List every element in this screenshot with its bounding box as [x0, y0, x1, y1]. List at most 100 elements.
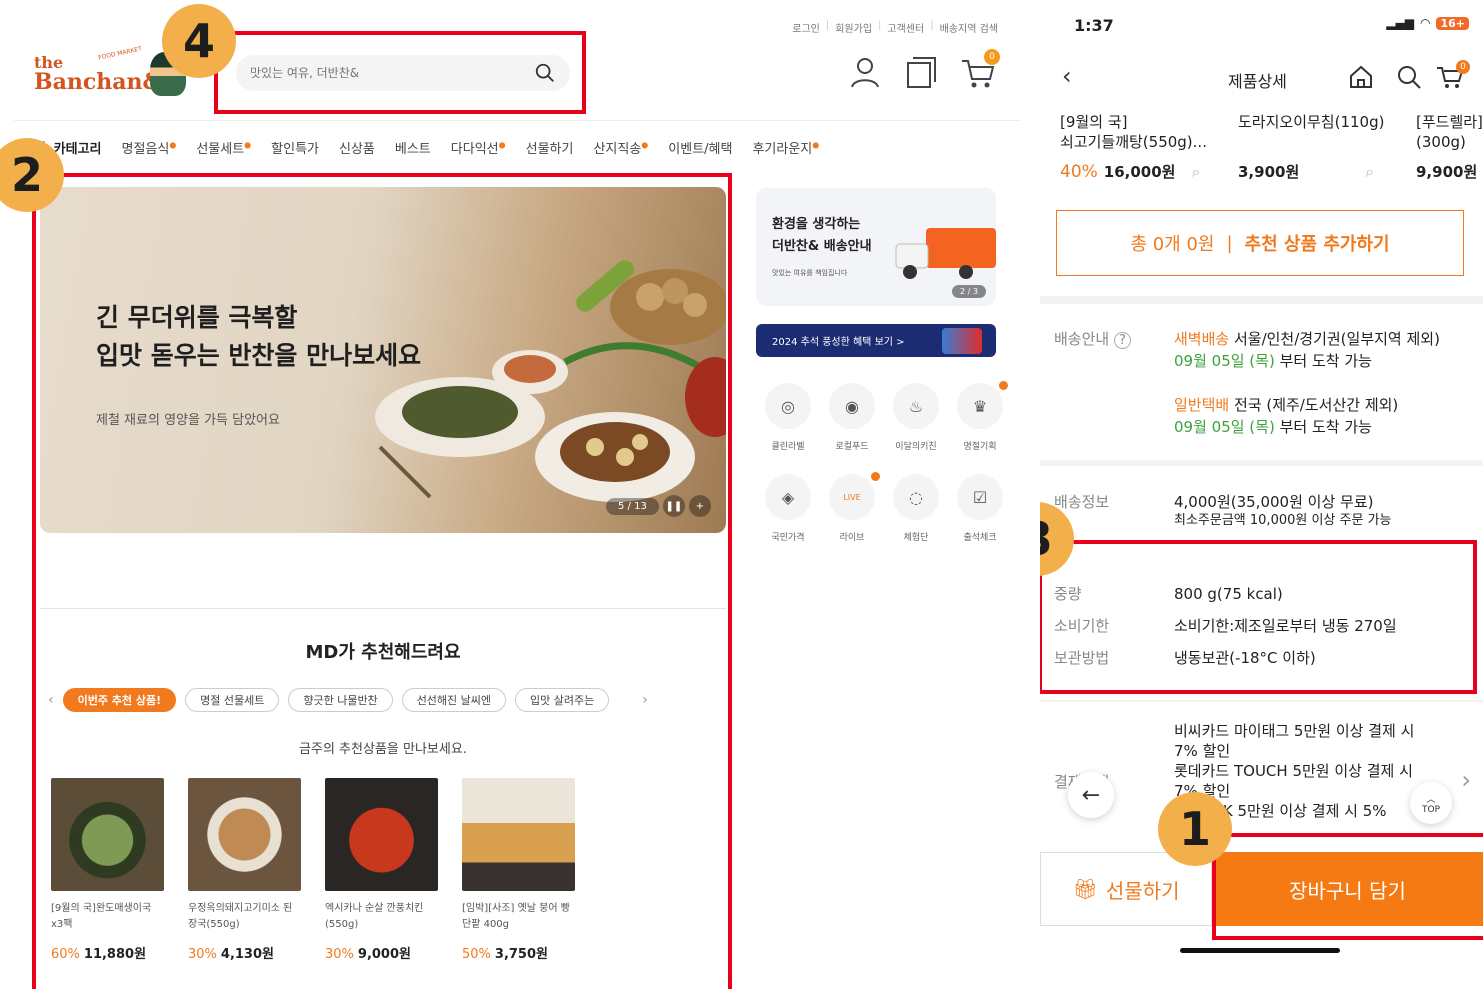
chat-icon: ◌ [893, 474, 939, 520]
hero-banner[interactable]: 긴 무더위를 극복할 입맛 돋우는 반찬을 만나보세요 제철 재료의 영양을 가득… [40, 187, 726, 533]
mobile-screen: 1:37 ▂▄▆ ◠ 16+ ‹ 제품상세 0 [9월의 국] 쇠고기들깨탕(5… [1040, 0, 1483, 989]
tab-appetite[interactable]: 입맛 살려주는 [515, 688, 610, 712]
hero-page-indicator: 5 / 13 [606, 497, 659, 515]
product-image[interactable] [51, 778, 164, 891]
login-link[interactable]: 로그인 [792, 20, 820, 35]
plus-icon[interactable]: + [688, 495, 711, 517]
chuseok-banner[interactable]: 2024 추석 풍성한 혜택 보기 > [756, 324, 996, 357]
product-card[interactable]: 우정옥의돼지고기미소 된장국(550g) 30% 4,130원 [188, 778, 301, 962]
quick-experience[interactable]: ◌ 체험단 [884, 474, 948, 543]
wifi-icon: ◠ [1419, 16, 1431, 30]
search-icon[interactable] [534, 62, 556, 84]
add-recommend-button[interactable]: 총 0개 0원 | 추천 상품 추가하기 [1056, 210, 1464, 276]
nav-item-holiday-food[interactable]: 명절음식● [122, 138, 177, 157]
quick-local-food[interactable]: ◉ 로컬푸드 [820, 383, 884, 452]
back-arrow-button[interactable]: ← [1068, 772, 1114, 818]
price-tag-icon: ◈ [765, 474, 811, 520]
pause-icon[interactable]: ❚❚ [662, 495, 685, 517]
tab-cool-weather[interactable]: 선선해진 날씨엔 [401, 688, 507, 712]
nav-item-gift-set[interactable]: 선물세트● [196, 138, 251, 157]
quick-kitchen[interactable]: ♨ 이달의키친 [884, 383, 948, 452]
md-tabs: ‹ 이번주 추천 상품! 명절 선물세트 향긋한 나물반찬 선선해진 날씨엔 입… [48, 688, 724, 712]
shipping-info-label: 배송정보 [1054, 493, 1110, 511]
spec-value-storage: 냉동보관(-18°C 이하) [1174, 649, 1316, 667]
help-icon: ? [1113, 332, 1131, 349]
home-icon[interactable] [1348, 64, 1374, 90]
spec-label-weight: 중량 [1054, 585, 1082, 603]
spec-label-storage: 보관방법 [1054, 649, 1110, 667]
product-price: 50% 3,750원 [462, 947, 548, 962]
chevron-right-icon[interactable]: › [642, 692, 648, 708]
tab-weekly-pick[interactable]: 이번주 추천 상품! [62, 688, 177, 712]
quick-live[interactable]: LIVE 라이브 [820, 472, 884, 543]
annotation-badge-3: 3 [1040, 502, 1074, 576]
product-price: 30% 9,000원 [325, 947, 411, 962]
search-bar[interactable] [236, 55, 570, 91]
section-gap [1040, 296, 1483, 304]
nav-item-direct[interactable]: 산지직송● [593, 138, 648, 157]
quick-attendance[interactable]: ☑ 출석체크 [948, 474, 1012, 543]
product-card[interactable]: [임박][사조] 옛날 붕어 빵 단팥 400g 50% 3,750원 [462, 778, 575, 962]
quick-holiday[interactable]: ♛ 명절기획 [948, 381, 1012, 452]
product-image[interactable] [188, 778, 301, 891]
nav-item-gifting[interactable]: 선물하기 [526, 138, 574, 157]
header-icons: 0 [848, 49, 1000, 93]
product-card[interactable]: [9월의 국]완도매생이국 x3팩 60% 11,880원 [51, 778, 164, 962]
section-gap [1040, 700, 1483, 702]
hero-pager: 5 / 13 ❚❚ + [606, 495, 711, 517]
chevron-left-icon[interactable]: ‹ [48, 692, 54, 708]
recommend-item[interactable]: 도라지오이무침(110g) 3,900원 ⌕ [1238, 112, 1388, 182]
user-icon[interactable] [848, 55, 882, 89]
bottom-action-bar: 🎁︎ 선물하기 장바구니 담기 [1040, 852, 1483, 926]
nav-item-event[interactable]: 이벤트/혜택 [668, 138, 732, 157]
search-icon[interactable] [1396, 64, 1422, 90]
min-order: 최소주문금액 10,000원 이상 주문 가능 [1174, 513, 1392, 528]
product-header: ‹ 제품상세 0 [1040, 60, 1483, 96]
product-name[interactable]: 엑시카나 순살 깐풍치킨 (550g) [325, 901, 438, 935]
cart-button[interactable]: 0 [1436, 60, 1470, 96]
md-section-title: MD가 추천해드려요 [305, 642, 461, 663]
recommend-list: [9월의 국] 쇠고기들깨탕(550g)... 40% 16,000원 ⌕ 도라지오… [1060, 112, 1483, 182]
product-card[interactable]: 엑시카나 순살 깐풍치킨 (550g) 30% 9,000원 [325, 778, 438, 962]
product-name[interactable]: [임박][사조] 옛날 붕어 빵 단팥 400g [462, 901, 575, 935]
scroll-top-button[interactable]: ︿ TOP [1410, 782, 1452, 824]
search-input[interactable] [250, 66, 534, 80]
back-icon[interactable]: ‹ [1062, 62, 1072, 90]
nav-item-bulk[interactable]: 다다익선● [451, 138, 506, 157]
product-image[interactable] [462, 778, 575, 891]
weekly-caption: 금주의 추천상품을 만나보세요. [299, 742, 467, 757]
annotation-badge-1: 1 [1158, 792, 1232, 866]
tab-holiday-gift[interactable]: 명절 선물세트 [185, 688, 280, 712]
hero-title: 긴 무더위를 극복할 입맛 돋우는 반찬을 만나보세요 [96, 303, 422, 370]
recommend-item[interactable]: [푸드렐라] (300g) 9,900원 [1416, 112, 1483, 182]
nav-item-best[interactable]: 베스트 [395, 138, 431, 157]
product-image[interactable] [325, 778, 438, 891]
shipping-guide-label: 배송안내 ? [1054, 328, 1131, 349]
local-food-icon: ◉ [829, 383, 875, 429]
recent-items-icon[interactable] [904, 55, 938, 89]
quick-price[interactable]: ◈ 국민가격 [756, 474, 820, 543]
quick-menu: ◎ 클린라벨 ◉ 로컬푸드 ♨ 이달의키친 ♛ 명절기획 ◈ 국민가격 LIVE 라이브 ◌… [756, 381, 1008, 543]
tab-herbs[interactable]: 향긋한 나물반찬 [288, 688, 393, 712]
search-icon[interactable]: ⌕ [1365, 162, 1374, 182]
signup-link[interactable]: 회원가입 [835, 20, 872, 35]
delivery-area-link[interactable]: 배송지역 검색 [940, 20, 998, 35]
nav-item-review[interactable]: 후기라운지● [752, 138, 819, 157]
delivery-banner-page: 2 / 3 [952, 285, 986, 298]
search-icon[interactable]: ⌕ [1191, 162, 1200, 182]
delivery-banner[interactable]: 환경을 생각하는 더반찬& 배송안내 맛있는 여유를 책임집니다 2 / 3 [756, 188, 996, 306]
add-to-cart-button[interactable]: 장바구니 담기 [1212, 852, 1483, 926]
cart-button[interactable]: 0 [960, 49, 1000, 93]
battery-icon: 16+ [1436, 16, 1469, 30]
product-name[interactable]: [9월의 국]완도매생이국 x3팩 [51, 901, 164, 935]
nav-item-new[interactable]: 신상품 [339, 138, 375, 157]
recommend-item[interactable]: [9월의 국] 쇠고기들깨탕(550g)... 40% 16,000원 ⌕ [1060, 112, 1210, 182]
quick-clean-label[interactable]: ◎ 클린라벨 [756, 383, 820, 452]
cart-count-badge: 0 [984, 49, 1000, 65]
spec-value-weight: 800 g(75 kcal) [1174, 585, 1283, 603]
product-name[interactable]: 우정옥의돼지고기미소 된장국(550g) [188, 901, 301, 935]
customer-center-link[interactable]: 고객센터 [887, 20, 924, 35]
chevron-right-icon[interactable]: › [1461, 766, 1471, 794]
nav-item-sale[interactable]: 할인특가 [271, 138, 319, 157]
main-nav: ☰카테고리 명절음식● 선물세트● 할인특가 신상품 베스트 다다익선● 선물하… [14, 120, 1020, 174]
